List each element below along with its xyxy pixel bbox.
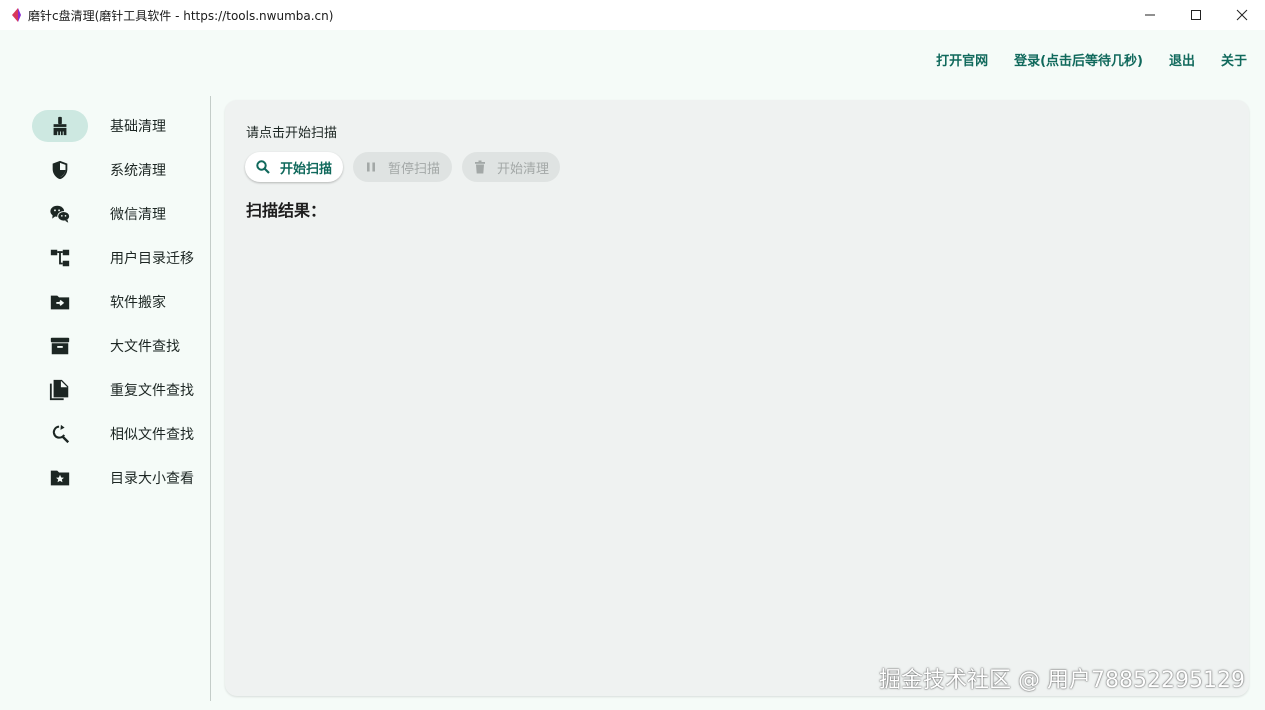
maximize-icon [1191, 10, 1201, 20]
exit-link[interactable]: 退出 [1169, 50, 1195, 69]
window-title: 磨针c盘清理(磨针工具软件 - https://tools.nwumba.cn) [28, 9, 334, 23]
top-nav: 打开官网 登录(点击后等待几秒) 退出 关于 [910, 50, 1247, 69]
active-indicator [32, 110, 88, 142]
search-icon [256, 160, 270, 174]
find-replace-icon [52, 424, 70, 444]
sidebar-item-user-dir-migrate[interactable]: 用户目录迁移 [32, 242, 207, 274]
wechat-icon [50, 205, 71, 223]
login-link[interactable]: 登录(点击后等待几秒) [1014, 50, 1143, 69]
status-text: 请点击开始扫描 [246, 126, 338, 141]
folder-move-icon [50, 295, 70, 310]
archive-box-icon [50, 337, 70, 355]
pause-scan-label: 暂停扫描 [388, 161, 441, 177]
sidebar-item-label: 系统清理 [110, 163, 166, 179]
sidebar-divider [210, 96, 211, 701]
start-clean-label: 开始清理 [497, 161, 550, 177]
start-clean-button[interactable]: 开始清理 [462, 152, 560, 182]
sidebar-item-wechat-clean[interactable]: 微信清理 [32, 198, 207, 230]
watermark: 掘金技术社区 @ 用户78852295129 [879, 668, 1245, 693]
sidebar-item-dir-size-view[interactable]: 目录大小查看 [32, 462, 207, 494]
title-bar: 磨针c盘清理(磨针工具软件 - https://tools.nwumba.cn) [0, 0, 1265, 30]
sidebar-item-label: 用户目录迁移 [110, 251, 194, 267]
minimize-icon [1145, 14, 1155, 16]
scan-result-label: 扫描结果： [246, 201, 327, 220]
open-website-link[interactable]: 打开官网 [936, 50, 988, 69]
trash-icon [475, 160, 485, 174]
tree-structure-icon [50, 249, 70, 267]
sidebar-item-label: 重复文件查找 [110, 383, 194, 399]
folder-star-icon [50, 470, 70, 486]
sidebar-item-duplicate-file-find[interactable]: 重复文件查找 [32, 374, 207, 406]
broom-icon [53, 116, 67, 136]
close-icon [1236, 9, 1248, 21]
sidebar-item-software-move[interactable]: 软件搬家 [32, 286, 207, 318]
sidebar-item-label: 大文件查找 [110, 339, 180, 355]
pause-icon [367, 162, 375, 172]
pause-scan-button[interactable]: 暂停扫描 [353, 152, 452, 182]
sidebar-item-large-file-find[interactable]: 大文件查找 [32, 330, 207, 362]
maximize-button[interactable] [1173, 0, 1219, 30]
close-button[interactable] [1219, 0, 1265, 30]
sidebar-item-label: 目录大小查看 [110, 471, 194, 487]
start-scan-label: 开始扫描 [280, 161, 333, 177]
sidebar: 基础清理 系统清理 微信清理 用户目录迁移 软件搬家 大文件查找 重复文件查找 … [0, 96, 210, 701]
sidebar-item-label: 软件搬家 [110, 295, 166, 311]
about-link[interactable]: 关于 [1221, 50, 1247, 69]
minimize-button[interactable] [1127, 0, 1173, 30]
shield-icon [52, 160, 68, 180]
sidebar-item-label: 相似文件查找 [110, 427, 194, 443]
sidebar-item-label: 微信清理 [110, 207, 166, 223]
file-copy-icon [49, 379, 69, 401]
sidebar-item-label: 基础清理 [110, 119, 166, 135]
main-panel: 请点击开始扫描 开始扫描 暂停扫描 开始清理 扫描结果： [225, 100, 1249, 696]
sidebar-item-system-clean[interactable]: 系统清理 [32, 154, 207, 186]
app-logo-icon [12, 8, 21, 22]
sidebar-item-similar-file-find[interactable]: 相似文件查找 [32, 418, 207, 450]
sidebar-item-basic-clean[interactable]: 基础清理 [32, 110, 207, 142]
start-scan-button[interactable]: 开始扫描 [245, 152, 343, 182]
